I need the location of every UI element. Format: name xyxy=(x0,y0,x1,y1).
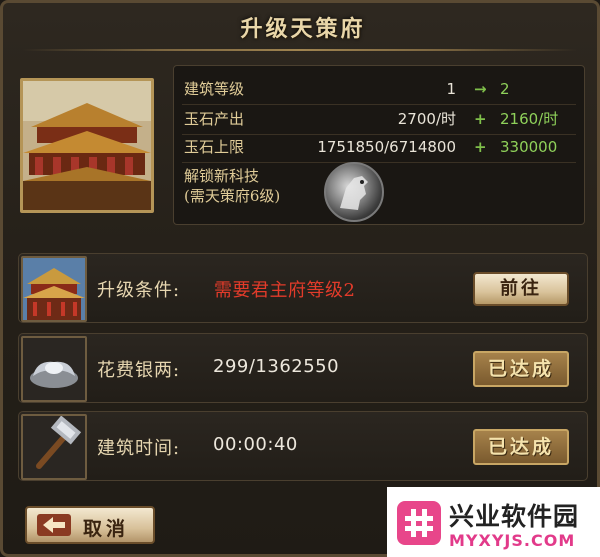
watermark-url: MYXYJS.COM xyxy=(449,531,576,550)
cancel-label: 取消 xyxy=(83,518,130,540)
stat-row-level: 建筑等级 1 → 2 xyxy=(182,76,576,102)
stat-label: 玉石上限 xyxy=(184,138,245,156)
requirement-row-silver: 花费银两: 299/1362550 已达成 xyxy=(18,333,588,403)
stat-current: 1751850/6714800 xyxy=(317,138,456,156)
stat-current: 2700/时 xyxy=(397,110,456,128)
back-arrow-icon xyxy=(37,514,71,536)
hash-logo-icon xyxy=(397,501,441,545)
stat-label: 玉石产出 xyxy=(184,110,245,128)
cancel-button[interactable]: 取消 xyxy=(25,506,155,544)
upgrade-dialog: 升级天策府 建筑等级 1 → 2 玉石产出 2700/时 + 2160/时 玉石… xyxy=(0,0,600,557)
requirement-row-build-time: 建筑时间: 00:00:40 已达成 xyxy=(18,411,588,481)
stat-row-capacity: 玉石上限 1751850/6714800 + 330000 xyxy=(182,134,576,160)
stat-next: 330000 xyxy=(500,138,558,156)
requirement-label: 升级条件: xyxy=(97,280,181,301)
stat-current: 1 xyxy=(446,80,456,98)
stat-label: 建筑等级 xyxy=(184,80,245,98)
goto-button[interactable]: 前往 xyxy=(473,272,569,306)
completed-badge: 已达成 xyxy=(473,351,569,387)
requirement-value: 299/1362550 xyxy=(213,356,340,377)
stats-panel: 建筑等级 1 → 2 玉石产出 2700/时 + 2160/时 玉石上限 175… xyxy=(173,65,585,225)
hammer-icon xyxy=(21,414,87,480)
row-divider xyxy=(182,162,576,163)
horse-tech-icon[interactable] xyxy=(324,162,384,222)
requirement-label: 建筑时间: xyxy=(97,438,181,459)
watermark-title: 兴业软件园 xyxy=(449,502,580,531)
arrow-right-icon: → xyxy=(474,80,487,98)
unlock-title: 解锁新科技 xyxy=(184,167,260,185)
stat-next: 2160/时 xyxy=(500,110,559,128)
unlock-tech-label: 解锁新科技 (需天策府6级) xyxy=(184,166,280,206)
unlock-requirement: (需天策府6级) xyxy=(184,187,281,205)
requirement-label: 花费银两: xyxy=(97,360,181,381)
plus-icon: + xyxy=(474,138,487,156)
palace-icon xyxy=(21,256,87,322)
horse-icon xyxy=(340,176,368,210)
plus-icon: + xyxy=(474,110,487,128)
palace-image xyxy=(23,81,151,210)
silver-ingot-icon xyxy=(21,336,87,402)
site-watermark: 兴业软件园 MYXYJS.COM xyxy=(387,487,600,557)
requirement-row-lord-level: 升级条件: 需要君主府等级2 前往 xyxy=(18,253,588,323)
requirement-value: 00:00:40 xyxy=(213,434,298,455)
completed-badge: 已达成 xyxy=(473,429,569,465)
requirement-value: 需要君主府等级2 xyxy=(214,280,356,301)
dialog-title: 升级天策府 xyxy=(240,16,366,42)
building-portrait xyxy=(20,78,154,213)
stat-next: 2 xyxy=(500,80,510,98)
row-divider xyxy=(182,104,576,105)
title-divider xyxy=(23,49,577,51)
stat-row-output: 玉石产出 2700/时 + 2160/时 xyxy=(182,106,576,132)
